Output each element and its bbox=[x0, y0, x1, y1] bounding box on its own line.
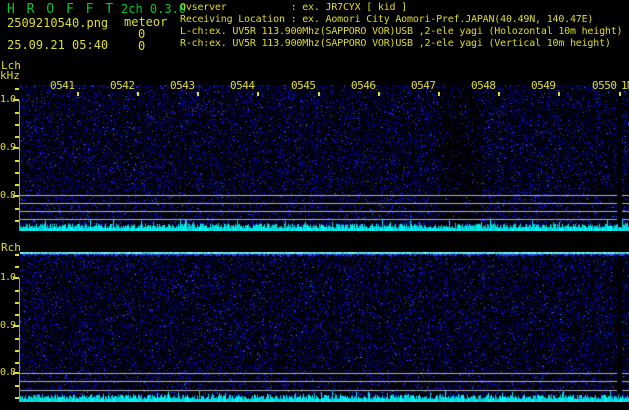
rch-axis-line bbox=[19, 278, 20, 402]
station-info-block: Ovserver : ex. JR7CYX [ kid ] Receiving … bbox=[180, 2, 629, 54]
datetime-label: 25.09.21 05:40 bbox=[7, 38, 108, 52]
minute-tick bbox=[197, 92, 199, 96]
freq-major-tick bbox=[13, 372, 19, 374]
time-label: 0543 bbox=[170, 80, 195, 91]
freq-minor-tick bbox=[15, 220, 19, 222]
freq-minor-tick bbox=[15, 314, 19, 316]
freq-minor-tick bbox=[15, 302, 19, 304]
minute-tick bbox=[619, 92, 621, 96]
lch-axis-line bbox=[19, 100, 20, 231]
minute-tick bbox=[318, 92, 320, 96]
freq-major-tick bbox=[13, 147, 19, 149]
time-label: 0547 bbox=[411, 80, 436, 91]
freq-minor-tick bbox=[15, 397, 19, 399]
freq-minor-tick bbox=[15, 362, 19, 364]
time-overflow-label: 1M bbox=[621, 80, 629, 91]
freq-minor-tick bbox=[15, 160, 19, 162]
freq-major-tick bbox=[13, 99, 19, 101]
time-label: 0545 bbox=[291, 80, 316, 91]
lch-spectrogram bbox=[20, 85, 629, 231]
freq-minor-tick bbox=[15, 385, 19, 387]
freq-minor-tick bbox=[15, 88, 19, 90]
minute-tick bbox=[137, 92, 139, 96]
rch-spectrogram bbox=[20, 252, 629, 402]
time-label: 0550 bbox=[592, 80, 617, 91]
time-label: 0546 bbox=[351, 80, 376, 91]
freq-minor-tick bbox=[15, 184, 19, 186]
time-label: 0542 bbox=[110, 80, 135, 91]
minute-tick bbox=[498, 92, 500, 96]
freq-minor-tick bbox=[15, 254, 19, 256]
minute-tick bbox=[558, 92, 560, 96]
minute-tick bbox=[77, 92, 79, 96]
rch-receiver-line: R-ch:ex. UV5R 113.900Mhz(SAPPORO VOR)USB… bbox=[180, 38, 629, 50]
minute-tick bbox=[438, 92, 440, 96]
freq-minor-tick bbox=[15, 290, 19, 292]
freq-major-tick bbox=[13, 277, 19, 279]
freq-minor-tick bbox=[15, 350, 19, 352]
filename-label: 2509210540.png bbox=[7, 16, 108, 30]
version-label: 2ch 0.3.0 bbox=[121, 2, 186, 16]
freq-minor-tick bbox=[15, 338, 19, 340]
freq-major-tick bbox=[13, 325, 19, 327]
time-label: 0544 bbox=[230, 80, 255, 91]
mode-label: meteor bbox=[124, 15, 167, 29]
freq-minor-tick bbox=[15, 172, 19, 174]
rch-meteor-count: 0 bbox=[138, 39, 145, 53]
hrofft-screen: H R O F F T 2ch 0.3.0 2509210540.png met… bbox=[0, 0, 629, 410]
location-line: Receiving Location : ex. Aomori City Aom… bbox=[180, 14, 629, 26]
rch-axis-label: Rch bbox=[1, 243, 21, 253]
minute-tick bbox=[378, 92, 380, 96]
app-title: H R O F F T bbox=[7, 2, 115, 17]
freq-minor-tick bbox=[15, 112, 19, 114]
lch-receiver-line: L-ch:ex. UV5R 113.900Mhz(SAPPORO VOR)USB… bbox=[180, 26, 629, 38]
freq-major-tick bbox=[13, 195, 19, 197]
freq-minor-tick bbox=[15, 208, 19, 210]
time-label: 0549 bbox=[531, 80, 556, 91]
lch-unit-label: kHz bbox=[0, 71, 20, 81]
freq-minor-tick bbox=[15, 266, 19, 268]
minute-tick bbox=[257, 92, 259, 96]
freq-minor-tick bbox=[15, 136, 19, 138]
time-label: 0541 bbox=[50, 80, 75, 91]
time-label: 0548 bbox=[471, 80, 496, 91]
observer-line: Ovserver : ex. JR7CYX [ kid ] bbox=[180, 2, 629, 14]
freq-minor-tick bbox=[15, 124, 19, 126]
